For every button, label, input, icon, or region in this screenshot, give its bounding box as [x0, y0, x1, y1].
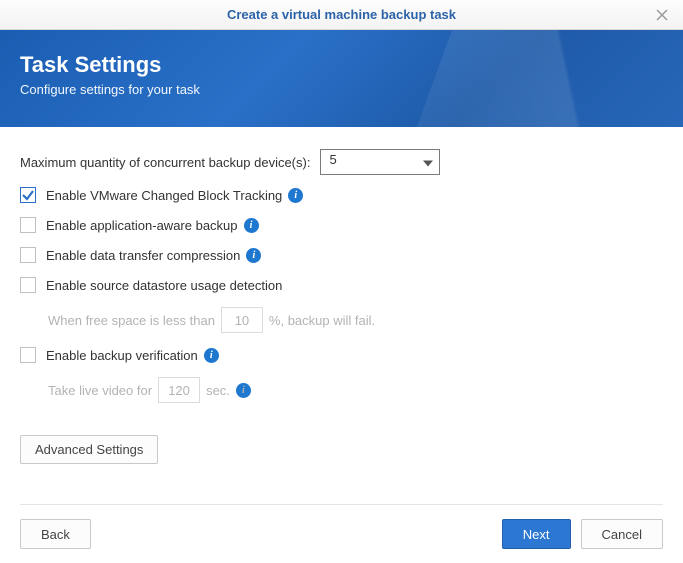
info-icon[interactable]: i — [246, 248, 261, 263]
info-icon[interactable]: i — [204, 348, 219, 363]
page-title: Task Settings — [20, 52, 663, 78]
vmware-cbt-checkbox[interactable] — [20, 187, 36, 203]
footer-right-group: Next Cancel — [502, 519, 663, 549]
compression-row: Enable data transfer compression i — [20, 247, 663, 263]
form-content: Maximum quantity of concurrent backup de… — [0, 127, 683, 474]
max-concurrent-value: 5 — [329, 152, 336, 167]
datastore-threshold-input[interactable] — [221, 307, 263, 333]
max-concurrent-row: Maximum quantity of concurrent backup de… — [20, 149, 663, 175]
verification-row: Enable backup verification i — [20, 347, 663, 363]
titlebar: Create a virtual machine backup task — [0, 0, 683, 30]
verification-label: Enable backup verification — [46, 348, 198, 363]
vmware-cbt-label: Enable VMware Changed Block Tracking — [46, 188, 282, 203]
header-banner: Task Settings Configure settings for you… — [0, 30, 683, 127]
back-button[interactable]: Back — [20, 519, 91, 549]
cancel-button[interactable]: Cancel — [581, 519, 663, 549]
verification-duration-input[interactable] — [158, 377, 200, 403]
app-aware-label: Enable application-aware backup — [46, 218, 238, 233]
footer: Back Next Cancel — [0, 519, 683, 549]
compression-label: Enable data transfer compression — [46, 248, 240, 263]
info-icon[interactable]: i — [236, 383, 251, 398]
datastore-sub-post: %, backup will fail. — [269, 313, 375, 328]
datastore-row: Enable source datastore usage detection — [20, 277, 663, 293]
close-icon[interactable] — [653, 6, 671, 24]
verification-sub-post: sec. — [206, 383, 230, 398]
next-button[interactable]: Next — [502, 519, 571, 549]
app-aware-row: Enable application-aware backup i — [20, 217, 663, 233]
verification-sub-row: Take live video for sec. i — [48, 377, 663, 403]
compression-checkbox[interactable] — [20, 247, 36, 263]
datastore-sub-pre: When free space is less than — [48, 313, 215, 328]
datastore-sub-row: When free space is less than %, backup w… — [48, 307, 663, 333]
page-subtitle: Configure settings for your task — [20, 82, 663, 97]
datastore-label: Enable source datastore usage detection — [46, 278, 282, 293]
chevron-down-icon — [423, 155, 433, 170]
info-icon[interactable]: i — [288, 188, 303, 203]
max-concurrent-select[interactable]: 5 — [320, 149, 440, 175]
advanced-settings-button[interactable]: Advanced Settings — [20, 435, 158, 464]
verification-checkbox[interactable] — [20, 347, 36, 363]
info-icon[interactable]: i — [244, 218, 259, 233]
footer-divider — [20, 504, 663, 505]
datastore-checkbox[interactable] — [20, 277, 36, 293]
vmware-cbt-row: Enable VMware Changed Block Tracking i — [20, 187, 663, 203]
verification-sub-pre: Take live video for — [48, 383, 152, 398]
max-concurrent-label: Maximum quantity of concurrent backup de… — [20, 155, 310, 170]
window-title: Create a virtual machine backup task — [227, 7, 456, 22]
app-aware-checkbox[interactable] — [20, 217, 36, 233]
